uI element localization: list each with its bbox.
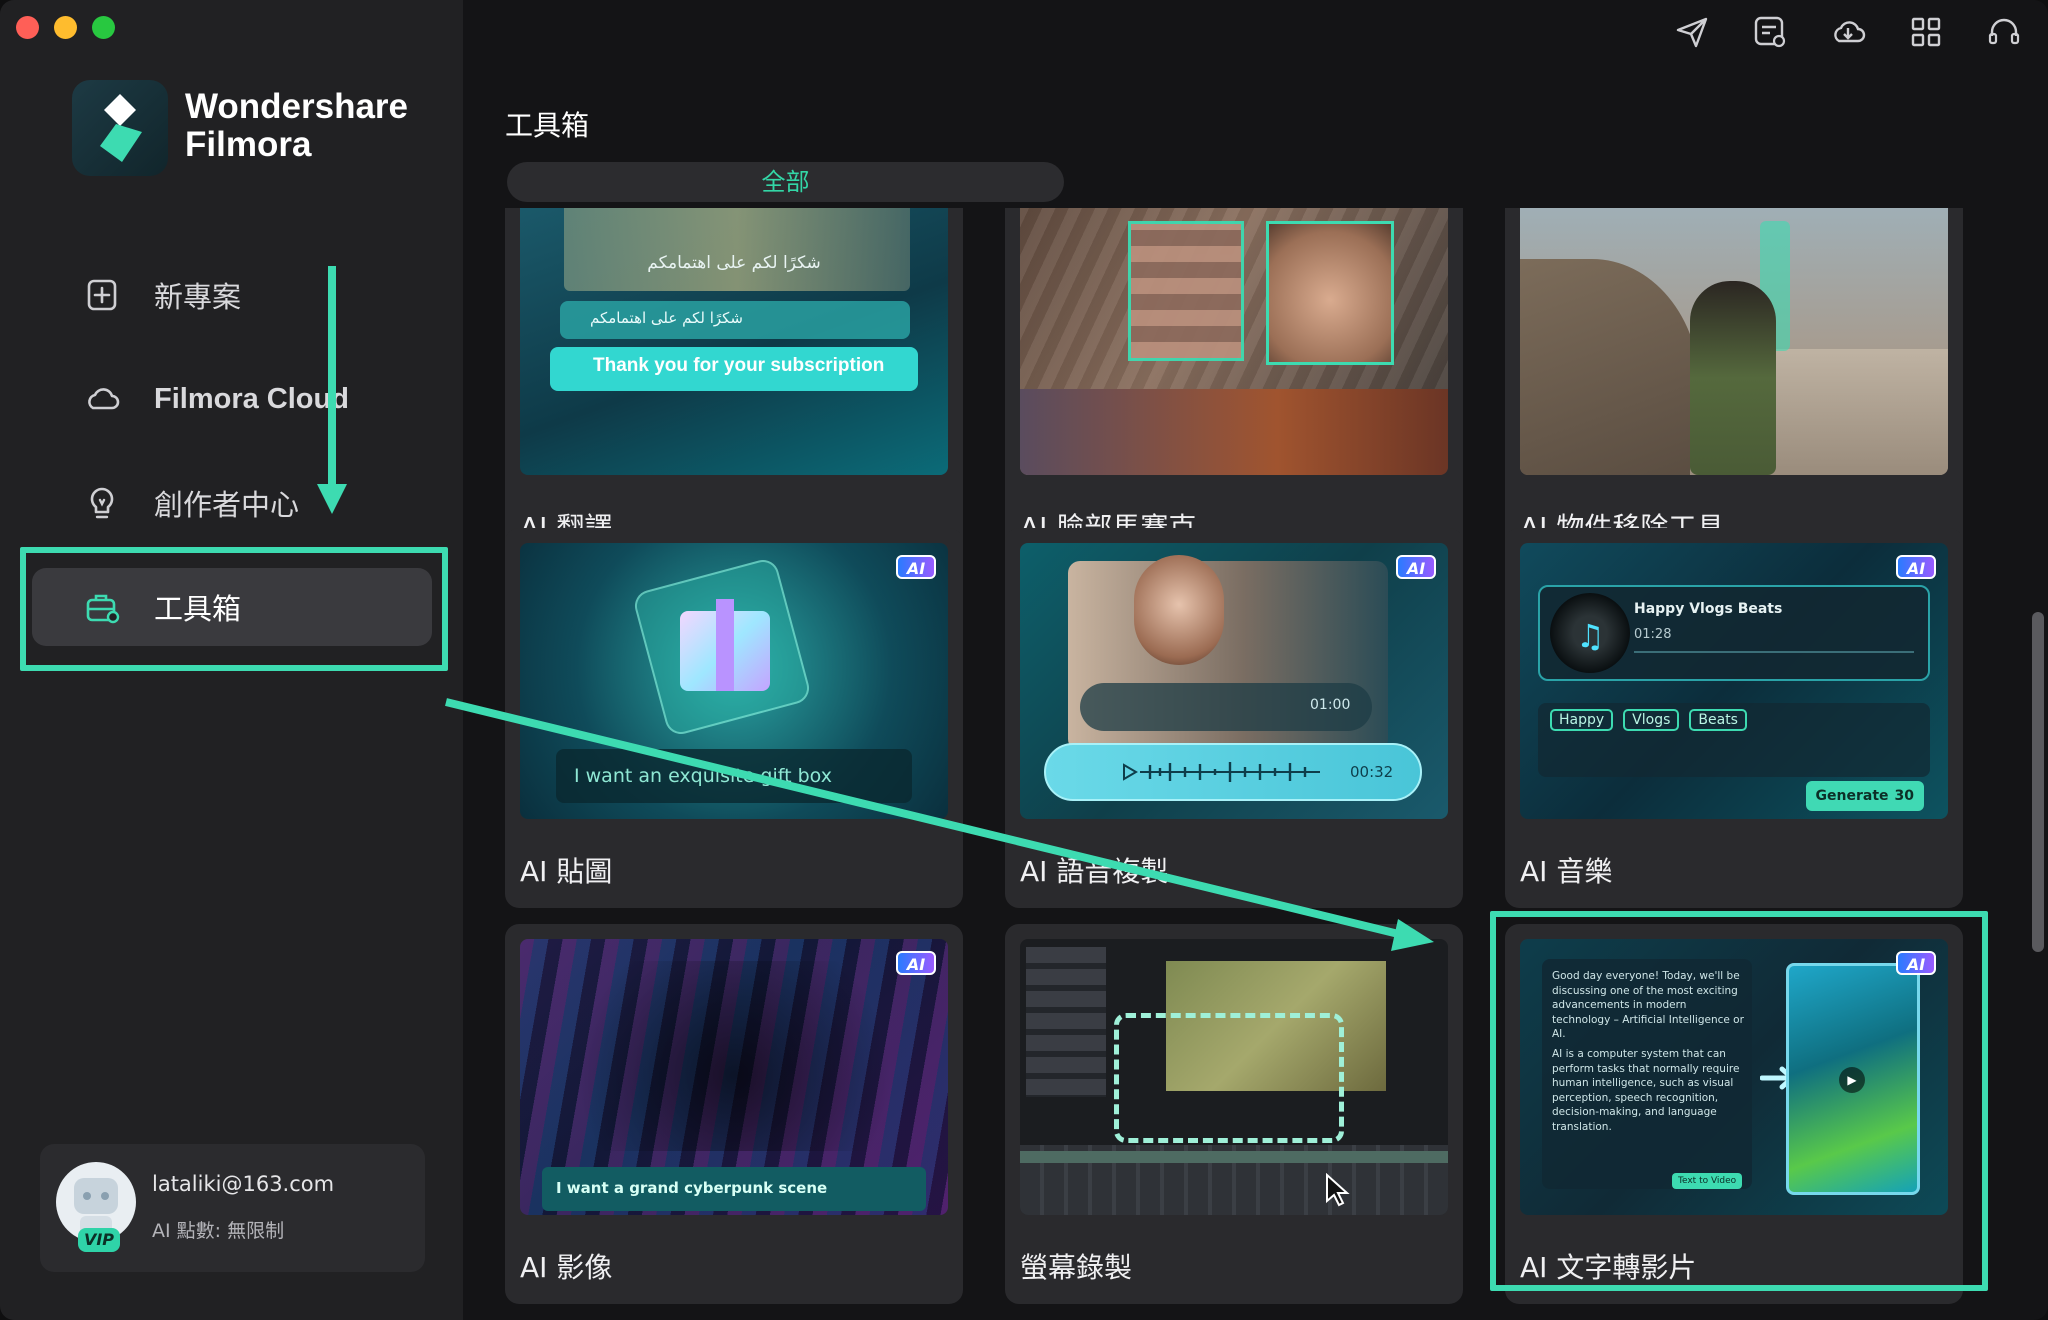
annotation-arrows	[317, 266, 1434, 951]
app-window: Wondershare Filmora 新專案 Filmora Cloud 創作…	[0, 0, 2048, 1320]
